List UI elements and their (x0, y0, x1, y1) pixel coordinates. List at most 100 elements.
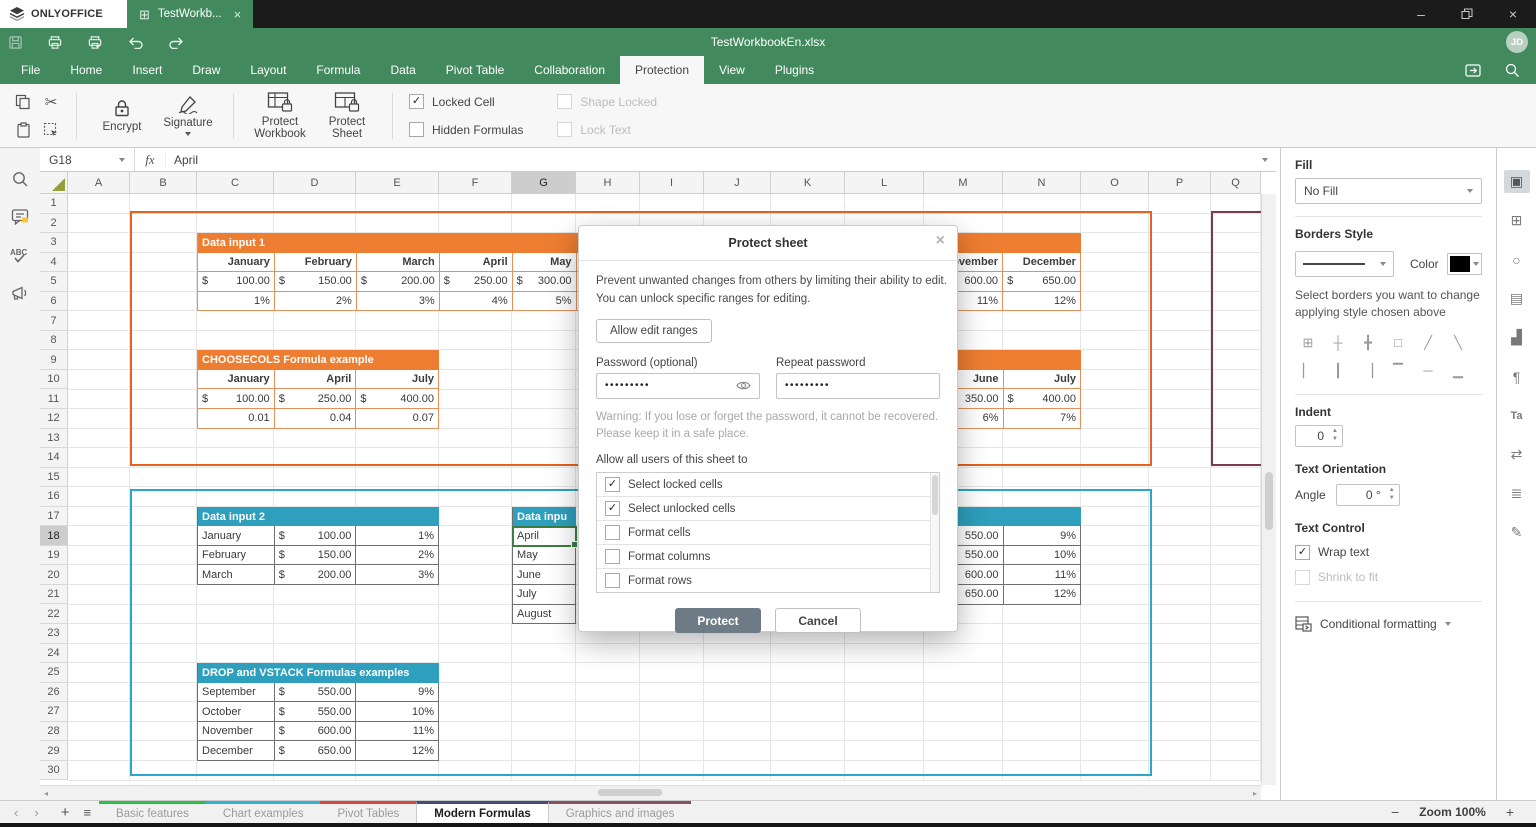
indent-stepper[interactable]: 0 ▲ ▼ (1295, 424, 1343, 447)
row-header-6[interactable]: 6 (40, 291, 68, 312)
row-header-5[interactable]: 5 (40, 272, 68, 292)
password-field[interactable]: ••••••••• (596, 372, 760, 399)
sheet-cell[interactable]: February (274, 252, 357, 273)
sheet-cell[interactable]: July (513, 584, 576, 605)
column-header-M[interactable]: M (924, 172, 1003, 194)
permission-option-select-unlocked-cells[interactable]: ✓ Select unlocked cells (597, 497, 939, 522)
sheet-cell[interactable]: 7% (1003, 409, 1081, 429)
zoom-out-icon[interactable]: − (1391, 804, 1399, 820)
checkbox-icon[interactable] (605, 549, 620, 565)
menu-tab-plugins[interactable]: Plugins (760, 56, 829, 84)
checkbox-checked-icon[interactable]: ✓ (605, 477, 620, 493)
permissions-list[interactable]: ✓ Select locked cells ✓ Select unlocked cel… (596, 472, 940, 594)
paragraph-settings-icon[interactable]: ¶ (1504, 365, 1530, 388)
chart-settings-icon[interactable]: ▟ (1504, 326, 1530, 349)
row-header-27[interactable]: 27 (40, 702, 68, 722)
next-sheet-icon[interactable]: › (34, 805, 38, 820)
sheet-cell[interactable]: $400.00 (356, 389, 439, 410)
inner-horizontal-button[interactable]: ─ (1415, 360, 1441, 382)
protect-button[interactable]: Protect (675, 608, 761, 634)
menu-tab-protection[interactable]: Protection (620, 56, 705, 84)
shape-settings-icon[interactable]: ○ (1504, 248, 1530, 271)
row-header-4[interactable]: 4 (40, 252, 68, 273)
sheet-cell[interactable]: $600.00 (274, 721, 357, 742)
row-headers[interactable]: 1 2 3 4 5 6 7 8 9 10 11 12 13 14 15 16 17 18 19 20 21 22 23 24 2… (40, 194, 68, 781)
sheet-table-data-input-2[interactable]: Data input 2 January $100.00 1% February $150… (197, 506, 439, 585)
row-header-22[interactable]: 22 (40, 604, 68, 625)
sheet-cell[interactable]: 10% (356, 702, 439, 722)
menu-tab-data[interactable]: Data (375, 56, 430, 84)
row-header-21[interactable]: 21 (40, 584, 68, 605)
repeat-password-field[interactable]: ••••••••• (776, 372, 940, 399)
angle-stepper[interactable]: 0 ° ▲ ▼ (1335, 483, 1400, 506)
sheet-cell[interactable]: May (512, 252, 577, 273)
sheet-cell[interactable]: 9% (356, 682, 439, 703)
zoom-in-icon[interactable]: + (1506, 804, 1514, 820)
fill-select[interactable]: No Fill (1295, 178, 1482, 204)
conditional-formatting-button[interactable]: Conditional formatting (1295, 616, 1482, 632)
encrypt-button[interactable]: Encrypt (89, 98, 155, 133)
row-header-12[interactable]: 12 (40, 409, 68, 429)
column-header-G[interactable]: G (512, 172, 576, 194)
sheet-cell[interactable]: 12% (1003, 584, 1081, 605)
menu-tab-collaboration[interactable]: Collaboration (519, 56, 620, 84)
sheet-cell[interactable]: 12% (356, 741, 439, 761)
prev-sheet-icon[interactable]: ‹ (14, 805, 18, 820)
permission-option-format-columns[interactable]: Format columns (597, 545, 939, 570)
all-borders-button[interactable]: ⊞ (1295, 332, 1321, 354)
sheet-cell[interactable]: 5% (512, 291, 577, 312)
sheet-cell[interactable]: December (1003, 252, 1081, 273)
row-header-23[interactable]: 23 (40, 624, 68, 644)
stepper-arrows-icon[interactable]: ▲ ▼ (1385, 487, 1399, 503)
sheet-cell[interactable]: August (513, 604, 576, 625)
menu-tab-insert[interactable]: Insert (117, 56, 177, 84)
sheet-cell[interactable]: 11% (1003, 565, 1081, 585)
sheet-cell[interactable]: $250.00 (439, 272, 513, 292)
sheet-cell[interactable]: $400.00 (1003, 389, 1081, 410)
scroll-left-icon[interactable]: ◂ (44, 789, 48, 798)
row-header-9[interactable]: 9 (40, 350, 68, 370)
comments-icon[interactable] (11, 208, 30, 226)
row-header-28[interactable]: 28 (40, 721, 68, 742)
sheet-cell[interactable]: January (198, 526, 275, 546)
vertical-scrollbar[interactable] (1261, 194, 1276, 785)
row-header-16[interactable]: 16 (40, 487, 68, 507)
sheet-cell[interactable]: February (198, 545, 275, 566)
paste-icon[interactable] (10, 117, 36, 143)
column-header-J[interactable]: J (704, 172, 771, 194)
sheet-cell[interactable]: 0.04 (274, 409, 357, 429)
table-settings-icon[interactable]: ⊞ (1504, 209, 1530, 232)
column-header-D[interactable]: D (274, 172, 356, 194)
close-button[interactable]: × (1490, 0, 1536, 28)
column-header-C[interactable]: C (197, 172, 274, 194)
sheet-table-data-input-3[interactable]: Data inpu April May June July August (512, 506, 576, 625)
minimize-button[interactable]: – (1398, 0, 1444, 28)
sheet-cell[interactable]: May (513, 545, 576, 566)
sheet-cell[interactable]: $100.00 (198, 389, 275, 410)
cancel-button[interactable]: Cancel (775, 608, 861, 634)
list-scrollbar[interactable] (930, 473, 939, 593)
row-header-15[interactable]: 15 (40, 467, 68, 488)
sheet-cell[interactable]: 0.01 (198, 409, 275, 429)
column-header-P[interactable]: P (1149, 172, 1211, 194)
column-header-K[interactable]: K (771, 172, 845, 194)
permission-option-format-rows[interactable]: Format rows (597, 569, 939, 592)
sheet-cell[interactable]: $200.00 (274, 565, 357, 585)
cut-icon[interactable]: ✂ (38, 89, 64, 115)
sheet-cell[interactable]: $200.00 (356, 272, 440, 292)
sheet-cell[interactable]: 3% (356, 565, 439, 585)
textart-settings-icon[interactable]: Ta (1504, 404, 1530, 427)
sheet-cell[interactable]: 2% (274, 291, 357, 312)
sheet-cell[interactable]: 12% (1003, 291, 1081, 312)
sheet-table-drop-vstack[interactable]: DROP and VSTACK Formulas examples Septemb… (197, 663, 439, 761)
column-header-O[interactable]: O (1081, 172, 1149, 194)
spellcheck-icon[interactable]: ABC (10, 246, 30, 264)
sheet-cell[interactable]: 1% (356, 526, 439, 546)
column-header-H[interactable]: H (576, 172, 640, 194)
column-header-L[interactable]: L (845, 172, 924, 194)
bottom-border-button[interactable]: ▁ (1445, 360, 1471, 382)
sheet-cell[interactable]: November (198, 721, 275, 742)
sheet-cell[interactable]: $650.00 (1003, 272, 1081, 292)
permission-option-select-locked-cells[interactable]: ✓ Select locked cells (597, 473, 939, 498)
row-header-19[interactable]: 19 (40, 545, 68, 566)
